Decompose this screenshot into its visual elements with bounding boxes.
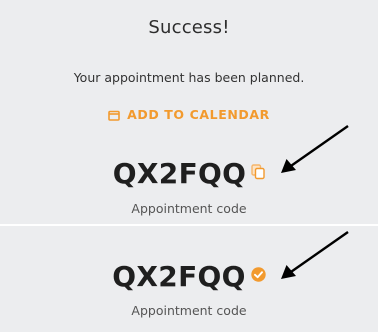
appointment-planned-message: Your appointment has been planned.: [73, 70, 305, 85]
annotation-arrow: [281, 125, 349, 173]
appointment-code: QX2FQQ: [112, 260, 246, 293]
copy-icon[interactable]: [251, 163, 265, 184]
check-circle-icon: [251, 267, 266, 286]
appointment-code-label: Appointment code: [131, 303, 247, 318]
appointment-code: QX2FQQ: [112, 157, 247, 190]
annotation-arrow: [281, 231, 349, 279]
appointment-code-label: Appointment code: [131, 201, 247, 216]
success-title: Success!: [148, 17, 230, 38]
calendar-icon: [108, 109, 120, 124]
add-to-calendar-label: ADD TO CALENDAR: [127, 107, 270, 122]
